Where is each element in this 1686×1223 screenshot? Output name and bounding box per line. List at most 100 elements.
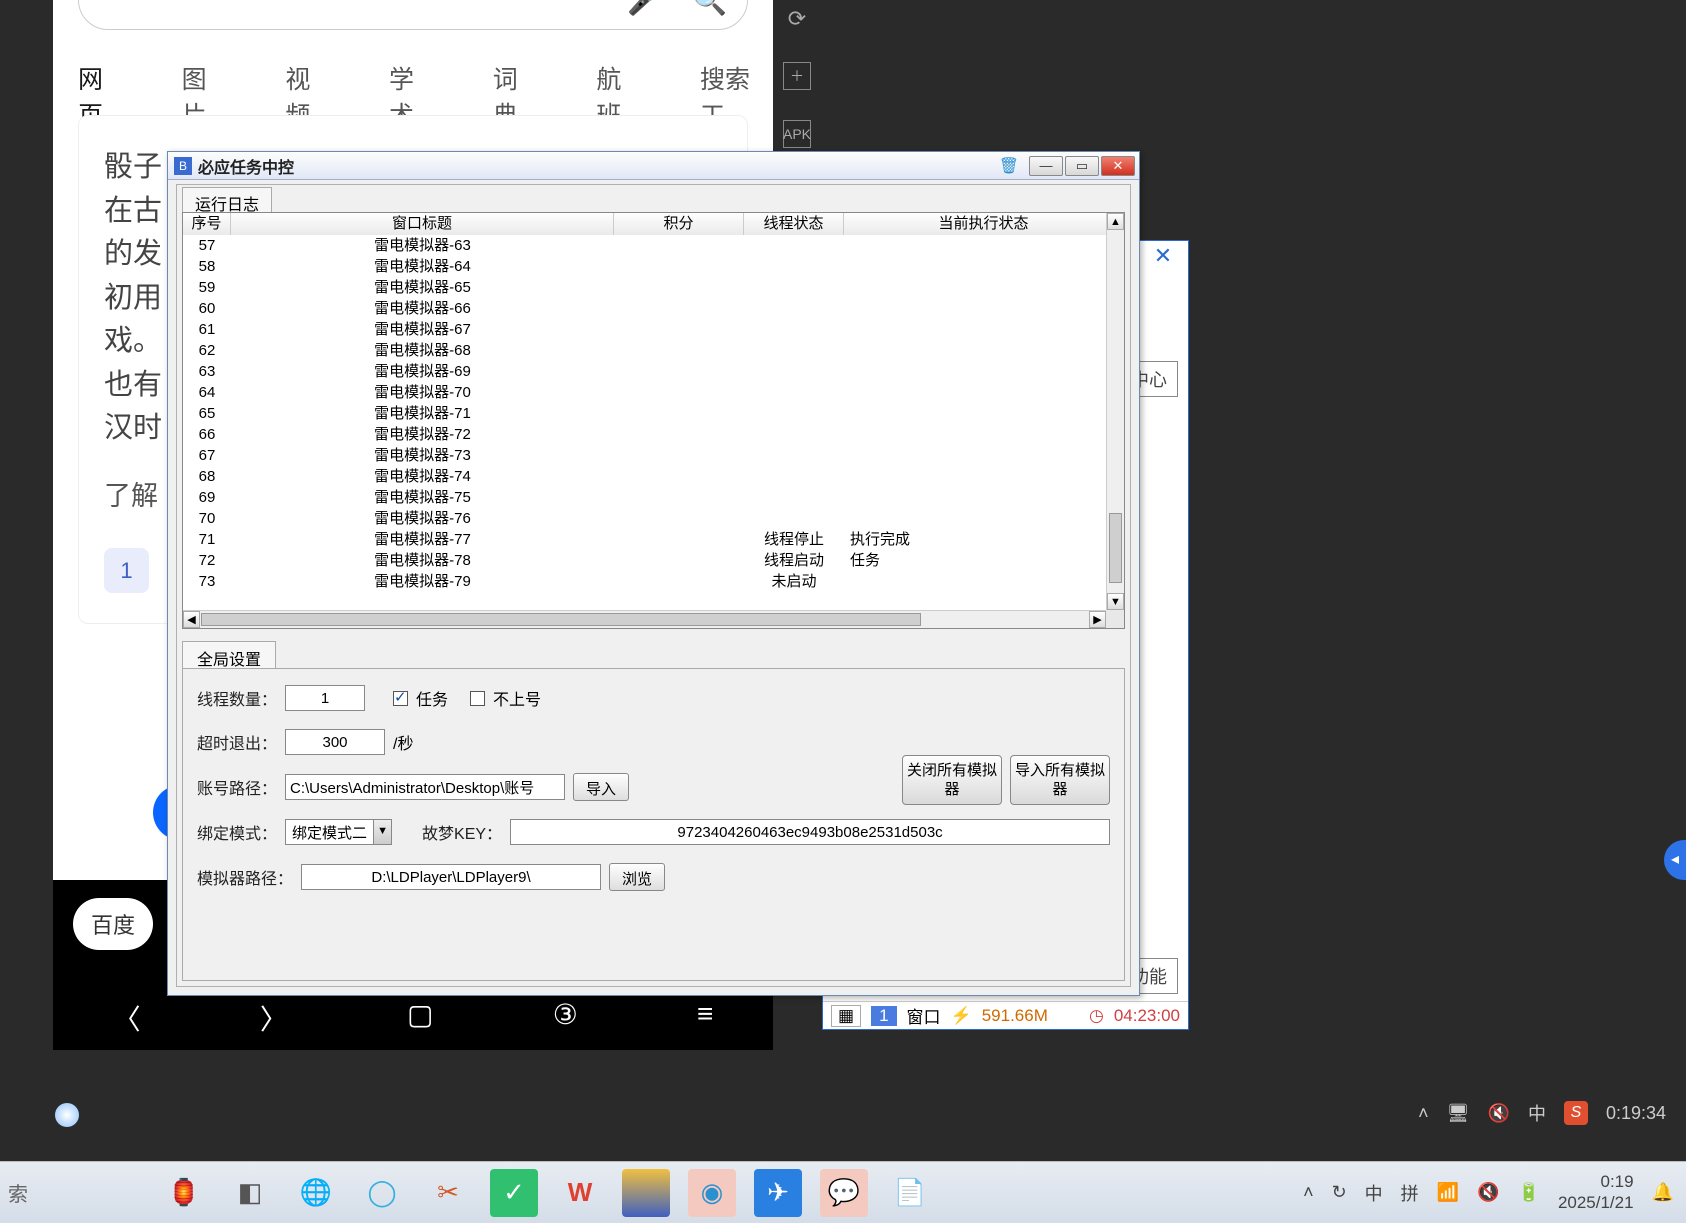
col-exec[interactable]: 当前执行状态 <box>844 213 1124 235</box>
scroll-right-icon[interactable]: ▶ <box>1089 611 1106 628</box>
timeout-input[interactable] <box>285 729 385 755</box>
clock-time: 0:19 <box>1558 1172 1634 1192</box>
taskbar-todesk-icon[interactable]: ✈ <box>754 1169 802 1217</box>
table-row[interactable]: 71雷电模拟器-77线程停止执行完成 <box>183 529 1106 550</box>
browse-button[interactable]: 浏览 <box>609 863 665 891</box>
tray-ime-icon[interactable]: 中 <box>1528 1100 1546 1126</box>
search-box[interactable]: 🎤 🔍 <box>78 0 748 30</box>
taskbar-search-text[interactable]: 索 <box>8 1178 138 1207</box>
import-all-emulators-button[interactable]: 导入所有模拟器 <box>1010 755 1110 805</box>
taskbar-clock[interactable]: 0:19 2025/1/21 <box>1558 1172 1634 1213</box>
account-path-input[interactable] <box>285 774 565 800</box>
mic-icon[interactable]: 🎤 <box>627 0 662 17</box>
nav-menu-icon[interactable]: ≡ <box>697 998 713 1038</box>
tray-chevron-up-icon[interactable]: ˄ <box>1418 1103 1429 1124</box>
scroll-down-icon[interactable]: ▼ <box>1107 593 1124 610</box>
table-row[interactable]: 67雷电模拟器-73 <box>183 445 1106 466</box>
scroll-up-icon[interactable]: ▲ <box>1107 213 1124 230</box>
nav-back-icon[interactable]: 〈 <box>113 998 141 1038</box>
tray-monitor-icon[interactable]: 🖥 <box>1447 1103 1470 1124</box>
emulator-path-input[interactable] <box>301 864 601 890</box>
recycle-icon[interactable]: 🗑 <box>999 156 1019 176</box>
col-thread[interactable]: 线程状态 <box>744 213 844 235</box>
table-row[interactable]: 57雷电模拟器-63 <box>183 235 1106 256</box>
close-button[interactable]: ✕ <box>1101 156 1135 176</box>
system-tray-lower: ˄ ↻ 中 拼 📶 🔇 🔋 0:19 2025/1/21 🔔 <box>1303 1162 1674 1223</box>
chevron-down-icon[interactable]: ▼ <box>373 820 391 844</box>
overlay-orb-icon[interactable] <box>55 1103 79 1127</box>
search-icon[interactable]: 🔍 <box>692 0 727 17</box>
instance-listview[interactable]: 序号 窗口标题 积分 线程状态 当前执行状态 57雷电模拟器-6358雷电模拟器… <box>182 212 1125 629</box>
taskbar-edge-icon[interactable]: 🌐 <box>292 1169 340 1217</box>
taskbar-wechat-icon[interactable]: 💬 <box>820 1169 868 1217</box>
col-seq[interactable]: 序号 <box>183 213 231 235</box>
tray-volume-icon[interactable]: 🔇 <box>1477 1182 1499 1203</box>
tray-chevron-icon[interactable]: ˄ <box>1303 1182 1314 1203</box>
table-row[interactable]: 65雷电模拟器-71 <box>183 403 1106 424</box>
side-rotate-icon[interactable]: ⟳ <box>788 6 806 32</box>
task-checkbox[interactable] <box>393 691 408 706</box>
page-number-1[interactable]: 1 <box>104 548 149 593</box>
listview-body[interactable]: 57雷电模拟器-6358雷电模拟器-6459雷电模拟器-6560雷电模拟器-66… <box>183 235 1106 610</box>
taskbar-browser-icon[interactable]: ◯ <box>358 1169 406 1217</box>
minimize-button[interactable]: — <box>1029 156 1063 176</box>
taskbar-taskview-icon[interactable]: ◧ <box>226 1169 274 1217</box>
baidu-pill[interactable]: 百度 <box>73 898 153 950</box>
side-apk-icon[interactable]: APK <box>783 120 811 148</box>
table-row[interactable]: 61雷电模拟器-67 <box>183 319 1106 340</box>
table-row[interactable]: 59雷电模拟器-65 <box>183 277 1106 298</box>
taskbar-weather-icon[interactable]: 🏮 <box>160 1169 208 1217</box>
tray-wifi-icon[interactable]: 📶 <box>1437 1182 1459 1203</box>
scroll-thumb[interactable] <box>1109 513 1122 583</box>
taskbar-notepad-icon[interactable]: 📄 <box>886 1169 934 1217</box>
secondary-close-button[interactable]: ✕ <box>1138 241 1188 271</box>
table-row[interactable]: 64雷电模拟器-70 <box>183 382 1106 403</box>
taskbar-snip-icon[interactable]: ✂ <box>424 1169 472 1217</box>
taskbar-chat-icon[interactable]: ◉ <box>688 1169 736 1217</box>
horizontal-scrollbar[interactable]: ◀ ▶ <box>183 610 1106 628</box>
overwolf-overlay[interactable] <box>55 1085 225 1145</box>
bind-mode-combo[interactable]: 绑定模式二 ▼ <box>285 819 392 845</box>
side-add-icon[interactable]: ＋ <box>783 62 811 90</box>
table-row[interactable]: 58雷电模拟器-64 <box>183 256 1106 277</box>
table-row[interactable]: 70雷电模拟器-76 <box>183 508 1106 529</box>
scroll-left-icon[interactable]: ◀ <box>183 611 200 628</box>
table-row[interactable]: 69雷电模拟器-75 <box>183 487 1106 508</box>
clock-date: 2025/1/21 <box>1558 1193 1634 1213</box>
account-path-label: 账号路径： <box>197 775 277 799</box>
table-row[interactable]: 72雷电模拟器-78线程启动任务 <box>183 550 1106 571</box>
nav-home-icon[interactable]: ▢ <box>407 998 433 1038</box>
import-button[interactable]: 导入 <box>573 773 629 801</box>
notifications-icon[interactable]: 🔔 <box>1652 1182 1674 1203</box>
vertical-scrollbar[interactable]: ▲ ▼ <box>1106 213 1124 610</box>
key-input[interactable] <box>510 819 1110 845</box>
taskbar-wps-icon[interactable]: W <box>556 1169 604 1217</box>
tray-ime2[interactable]: 拼 <box>1401 1180 1419 1206</box>
window-title: 必应任务中控 <box>198 154 999 178</box>
maximize-button[interactable]: ▭ <box>1065 156 1099 176</box>
table-row[interactable]: 63雷电模拟器-69 <box>183 361 1106 382</box>
table-row[interactable]: 73雷电模拟器-79未启动 <box>183 571 1106 592</box>
table-row[interactable]: 60雷电模拟器-66 <box>183 298 1106 319</box>
titlebar[interactable]: B 必应任务中控 🗑 — ▭ ✕ <box>168 152 1139 180</box>
close-all-emulators-button[interactable]: 关闭所有模拟器 <box>902 755 1002 805</box>
no-login-checkbox[interactable] <box>470 691 485 706</box>
col-title[interactable]: 窗口标题 <box>231 213 614 235</box>
table-row[interactable]: 62雷电模拟器-68 <box>183 340 1106 361</box>
table-row[interactable]: 66雷电模拟器-72 <box>183 424 1106 445</box>
tray-battery-icon[interactable]: 🔋 <box>1518 1182 1540 1203</box>
global-settings-panel: 线程数量： 任务 不上号 超时退出： /秒 账号路径： 导入 关闭所有模拟器 <box>182 668 1125 981</box>
tray-sync-icon[interactable]: ↻ <box>1332 1182 1347 1203</box>
nav-count-icon[interactable]: ③ <box>553 998 578 1038</box>
taskbar-app1-icon[interactable] <box>622 1169 670 1217</box>
edge-tab[interactable]: ◂ <box>1664 840 1686 880</box>
tray-mute-icon[interactable]: 🔇 <box>1488 1103 1510 1124</box>
tray-sogou-icon[interactable]: S <box>1564 1101 1588 1125</box>
nav-forward-icon[interactable]: 〉 <box>260 998 288 1038</box>
col-score[interactable]: 积分 <box>614 213 744 235</box>
taskbar-shield-icon[interactable]: ✓ <box>490 1169 538 1217</box>
table-row[interactable]: 68雷电模拟器-74 <box>183 466 1106 487</box>
threads-input[interactable] <box>285 685 365 711</box>
hscroll-thumb[interactable] <box>201 613 921 626</box>
tray-ime1[interactable]: 中 <box>1365 1180 1383 1206</box>
